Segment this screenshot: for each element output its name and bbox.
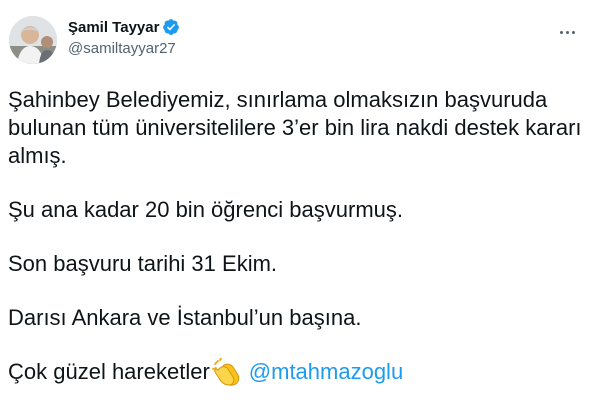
more-dot [571, 30, 575, 34]
tweet-paragraph: Şu ana kadar 20 bin öğrenci başvurmuş. [8, 197, 404, 222]
more-dot [559, 30, 563, 34]
more-options-button[interactable] [552, 22, 582, 42]
more-dot [565, 30, 569, 34]
author-name-row: Şamil Tayyar [68, 18, 180, 36]
tweet-card: Şamil Tayyar @samiltayyar27 Şahinbey Bel… [0, 0, 616, 407]
verified-badge-icon [162, 18, 180, 36]
tweet-paragraph: Darısı Ankara ve İstanbul’un başına. [8, 305, 362, 330]
tweet-paragraph: Son başvuru tarihi 31 Ekim. [8, 251, 278, 276]
tweet-last-line: Çok güzel hareketler @mtahmazoglu [8, 357, 588, 386]
clapping-hands-icon [211, 357, 241, 386]
tweet-text: Şahinbey Belediyemiz, sınırlama olmaksız… [8, 86, 588, 386]
author-avatar[interactable] [9, 16, 57, 64]
author-display-name[interactable]: Şamil Tayyar [68, 19, 159, 36]
tweet-last-line-text: Çok güzel hareketler [8, 359, 210, 384]
author-handle[interactable]: @samiltayyar27 [68, 40, 176, 57]
tweet-paragraph: Şahinbey Belediyemiz, sınırlama olmaksız… [8, 87, 582, 168]
mention-link[interactable]: @mtahmazoglu [249, 358, 403, 386]
profile-photo-icon [9, 16, 57, 64]
